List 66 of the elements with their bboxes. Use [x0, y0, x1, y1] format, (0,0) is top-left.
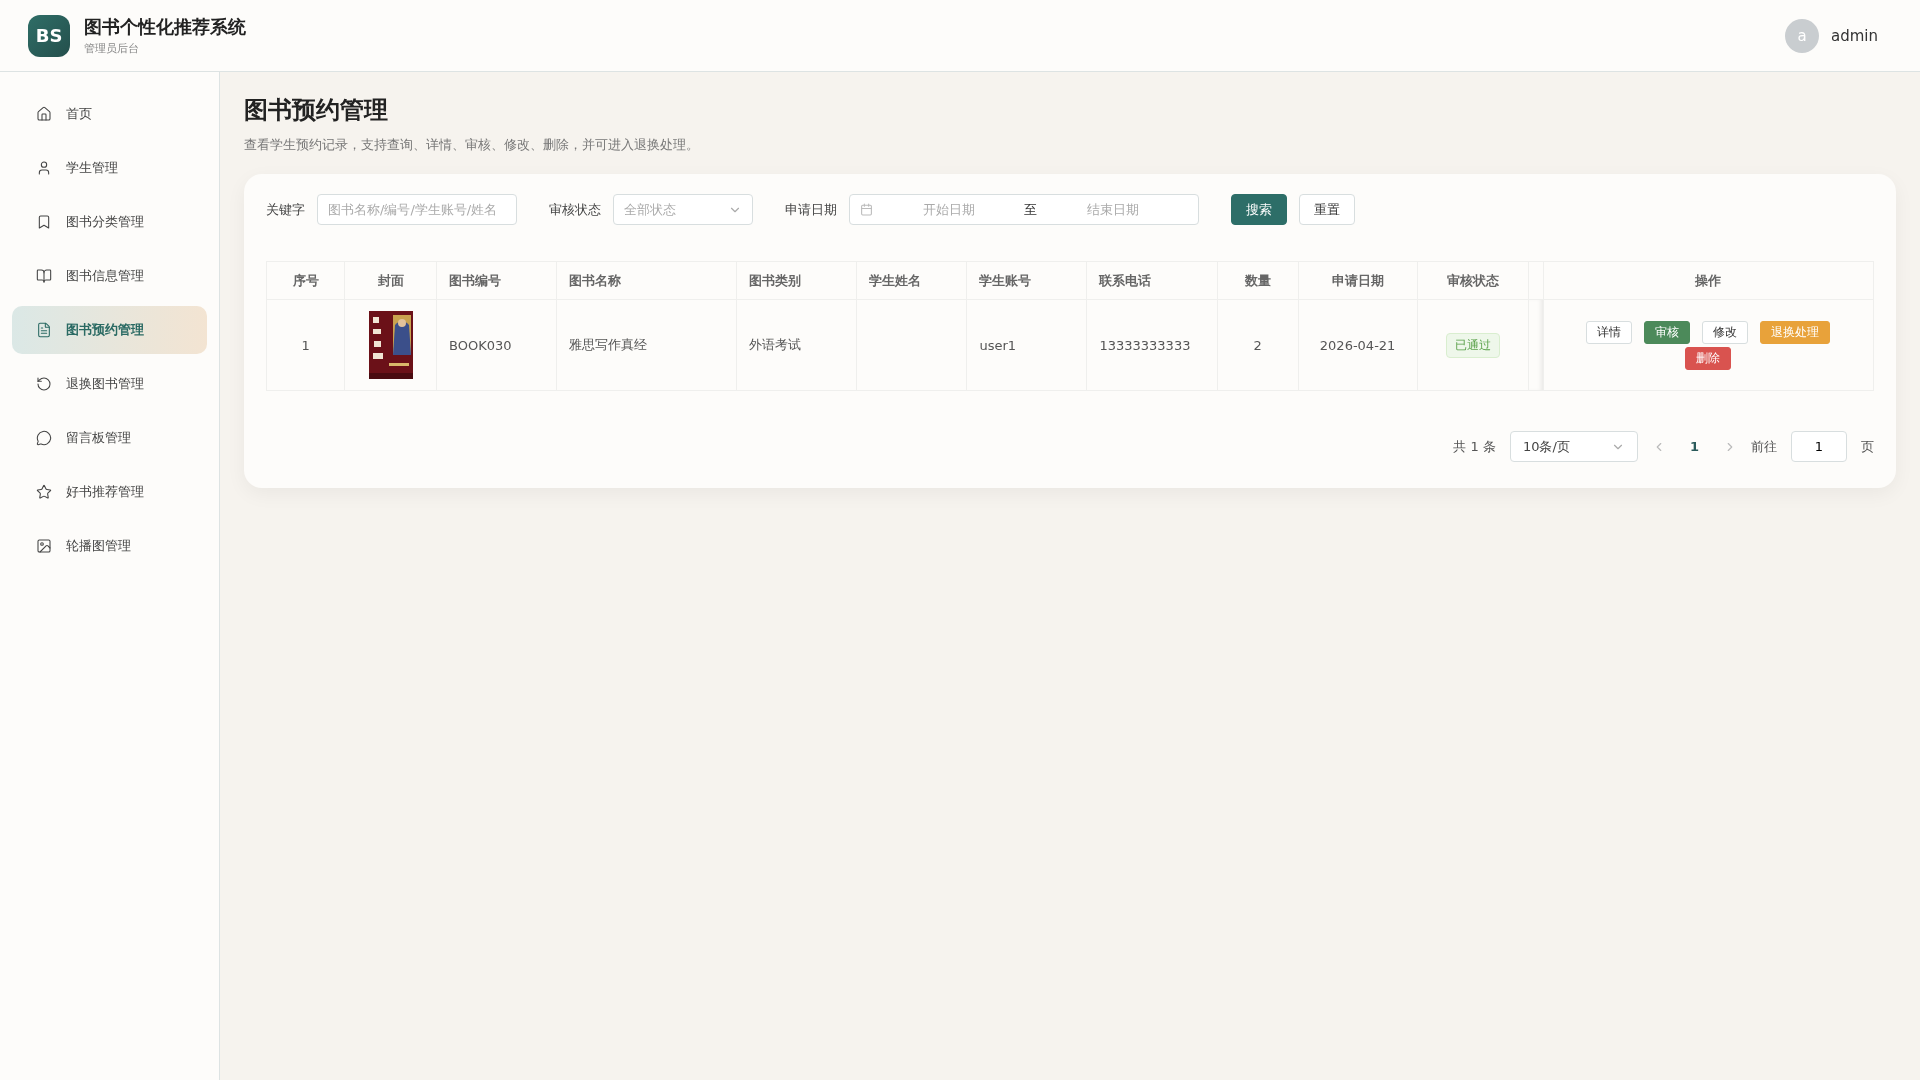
start-date-field[interactable]: 开始日期	[873, 201, 1024, 218]
book-icon	[36, 268, 52, 284]
sidebar-item[interactable]: 首页	[12, 90, 207, 138]
action-button[interactable]: 审核	[1644, 320, 1691, 344]
star-icon	[36, 484, 52, 500]
document-icon	[36, 322, 52, 338]
bookmark-icon	[36, 214, 52, 230]
page-title: 图书预约管理	[244, 95, 389, 126]
range-separator: 至	[1024, 200, 1037, 219]
reset-button[interactable]: 重置	[1299, 194, 1355, 225]
table-cell: 2	[1217, 299, 1299, 391]
app-logo: BS	[28, 14, 70, 57]
date-range-field[interactable]: 开始日期 至 结束日期	[849, 194, 1199, 225]
sidebar-item[interactable]: 轮播图管理	[12, 522, 207, 570]
page-size-select[interactable]: 10条/页	[1509, 431, 1638, 462]
column-header: 图书编号	[436, 261, 557, 300]
field-label: 审核状态	[549, 200, 601, 219]
sidebar-item[interactable]: 学生管理	[12, 144, 207, 192]
keyword-field[interactable]: 图书名称/编号/学生账号/姓名	[317, 194, 517, 225]
column-header: 图书类别	[736, 261, 857, 300]
sidebar-item[interactable]: 图书预约管理	[12, 306, 207, 354]
action-button[interactable]: 详情	[1586, 320, 1633, 344]
table-cell: 1	[266, 299, 345, 391]
sidebar-item[interactable]: 留言板管理	[12, 414, 207, 462]
field-label: 关键字	[266, 200, 305, 219]
chat-icon	[36, 430, 52, 446]
sidebar-item[interactable]: 好书推荐管理	[12, 468, 207, 516]
user-icon	[36, 160, 52, 176]
column-header: 操作	[1543, 261, 1874, 300]
action-button[interactable]: 修改	[1702, 320, 1749, 344]
table-cell: 13333333333	[1086, 299, 1218, 391]
column-header: 审核状态	[1417, 261, 1529, 300]
table-cell: 雅思写作真经	[556, 299, 737, 391]
table-cell: 外语考试	[736, 299, 857, 391]
table-cell: 2026-04-21	[1298, 299, 1418, 391]
sidebar-item[interactable]: 退换图书管理	[12, 360, 207, 408]
column-header: 序号	[266, 261, 345, 300]
page-suffix: 页	[1861, 437, 1874, 456]
app-subtitle: 管理员后台	[84, 41, 140, 56]
column-header: 图书名称	[556, 261, 737, 300]
field-label: 申请日期	[785, 200, 837, 219]
table-cell: user1	[966, 299, 1087, 391]
total-count: 共 1 条	[1453, 437, 1496, 456]
goto-label: 前往	[1751, 437, 1777, 456]
column-header: 学生姓名	[856, 261, 967, 300]
sidebar-item[interactable]: 图书信息管理	[12, 252, 207, 300]
end-date-field[interactable]: 结束日期	[1037, 201, 1188, 218]
user-name[interactable]: admin	[1831, 26, 1878, 45]
status-tag: 已通过	[1445, 332, 1500, 358]
action-button[interactable]: 删除	[1685, 346, 1732, 370]
app-title: 图书个性化推荐系统	[84, 15, 246, 39]
page-number[interactable]: 1	[1679, 439, 1709, 454]
goto-page-field[interactable]: 1	[1791, 431, 1847, 462]
search-button[interactable]: 搜索	[1231, 194, 1287, 225]
column-header: 联系电话	[1086, 261, 1218, 300]
sidebar-item[interactable]: 图书分类管理	[12, 198, 207, 246]
calendar-icon	[860, 203, 873, 216]
page-description: 查看学生预约记录，支持查询、详情、审核、修改、删除，并可进入退换处理。	[244, 136, 700, 154]
column-header: 封面	[344, 261, 437, 300]
refresh-icon	[36, 376, 52, 392]
column-header: 申请日期	[1298, 261, 1418, 300]
column-header: 数量	[1217, 261, 1299, 300]
image-icon	[36, 538, 52, 554]
home-icon	[36, 106, 52, 122]
table-cell: BOOK030	[436, 299, 557, 391]
column-header: 学生账号	[966, 261, 1087, 300]
